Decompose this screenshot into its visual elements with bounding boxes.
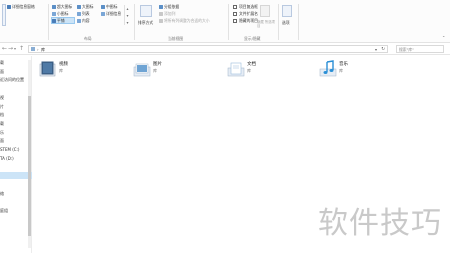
medium-icons-icon [101, 5, 105, 9]
layout-content[interactable]: 内容 [82, 18, 90, 23]
hide-selected-button[interactable] [260, 5, 270, 17]
sort-by-button[interactable] [140, 5, 152, 17]
up-arrow-icon[interactable]: ↑ [19, 44, 24, 54]
watermark-text: 软件技巧 [318, 206, 442, 241]
search-input[interactable]: 搜索"库" [396, 45, 444, 53]
breadcrumb-separator-icon: › [37, 47, 39, 52]
layout-scroll-arrows[interactable]: ▴ ▾ ▾ [124, 5, 130, 25]
layout-tiles[interactable]: 平铺 [57, 18, 65, 23]
file-extensions-label: 文件扩展名 [239, 11, 258, 16]
options-button[interactable] [282, 5, 292, 17]
layout-large-icons[interactable]: 大图标 [82, 4, 93, 9]
folder-type: 库 [59, 68, 63, 73]
hidden-items-checkbox[interactable] [233, 19, 237, 23]
add-columns-button[interactable]: 添加列 [164, 11, 175, 16]
layout-small-icons[interactable]: 小图标 [57, 11, 68, 16]
large-icons-icon [77, 5, 81, 9]
folder-name: 音乐 [339, 62, 348, 67]
layout-list[interactable]: 列表 [82, 11, 90, 16]
folder-type: 库 [153, 68, 157, 73]
current-view-group-caption: 当前视图 [168, 36, 184, 41]
details-icon [101, 12, 105, 16]
music-library-icon [319, 60, 337, 77]
details-pane-icon [7, 5, 11, 9]
hidden-items-label: 隐藏的项目 [239, 18, 258, 23]
item-checkboxes-checkbox[interactable] [233, 5, 237, 9]
ribbon-separator [228, 4, 229, 40]
library-tile-documents[interactable]: 文档 库 [227, 58, 307, 82]
group-by-icon [159, 5, 163, 9]
back-arrow-icon[interactable]: ← [2, 44, 7, 54]
extra-large-icons-icon [52, 5, 56, 9]
recent-locations-chevron-icon[interactable]: ▾ [14, 44, 16, 54]
ribbon-separator [48, 4, 49, 40]
content-icon [77, 19, 81, 23]
nav-scrollbar-thumb[interactable] [28, 96, 31, 236]
folder-name: 文档 [247, 62, 256, 67]
details-pane-label[interactable]: 详细信息窗格 [12, 4, 35, 9]
layout-group-caption: 布局 [84, 36, 92, 41]
options-label: 选项 [282, 20, 290, 25]
sort-by-label: 排序方式 [138, 20, 154, 25]
videos-library-icon [39, 61, 56, 77]
file-extensions-checkbox[interactable] [233, 12, 237, 16]
ribbon-separator [298, 4, 299, 40]
small-icons-icon [52, 12, 56, 16]
library-tile-videos[interactable]: 视频 库 [39, 58, 119, 82]
layout-details[interactable]: 详细信息 [106, 11, 121, 16]
add-columns-icon [159, 12, 163, 16]
folder-type: 库 [339, 68, 343, 73]
ribbon-collapse-toggle[interactable]: ⌃ [442, 35, 445, 40]
ribbon-separator [134, 4, 135, 40]
ribbon: 详细信息窗格 超大图标 大图标 中图标 小图标 列表 详细信息 平铺 内容 ▴ ▾… [0, 0, 450, 43]
folder-name: 图片 [153, 62, 162, 67]
library-location-icon [31, 47, 35, 51]
refresh-icon[interactable]: ↻ [381, 46, 385, 53]
ribbon-separator [278, 4, 279, 40]
list-icon [77, 12, 81, 16]
address-bar[interactable]: › 库 ▾ ↻ [28, 45, 388, 53]
navigation-pane-button[interactable] [2, 4, 6, 26]
library-tile-music[interactable]: 音乐 库 [319, 58, 399, 82]
address-bar-row: ← → ▾ ↑ › 库 ▾ ↻ 搜索"库" [0, 43, 450, 55]
folder-type: 库 [247, 68, 251, 73]
item-checkboxes-label: 项目复选框 [239, 4, 258, 9]
layout-medium-icons[interactable]: 中图标 [106, 4, 117, 9]
layout-extra-large-icons[interactable]: 超大图标 [57, 4, 72, 9]
breadcrumb-library[interactable]: 库 [41, 46, 45, 53]
hide-selected-label: 隐藏 所选项目 [257, 20, 276, 28]
group-by-button[interactable]: 分组依据 [164, 4, 179, 9]
show-hide-group-caption: 显示/隐藏 [244, 36, 261, 41]
folder-name: 视频 [59, 62, 68, 67]
fit-columns-icon [159, 19, 163, 23]
library-tile-pictures[interactable]: 图片 库 [133, 58, 213, 82]
documents-library-icon [227, 62, 245, 77]
fit-columns-button[interactable]: 将所有列调整为合适的大小 [164, 18, 210, 23]
tiles-icon [52, 19, 56, 23]
pictures-library-icon [133, 63, 151, 77]
address-dropdown-icon[interactable]: ▾ [375, 46, 377, 53]
forward-arrow-icon[interactable]: → [8, 44, 13, 54]
